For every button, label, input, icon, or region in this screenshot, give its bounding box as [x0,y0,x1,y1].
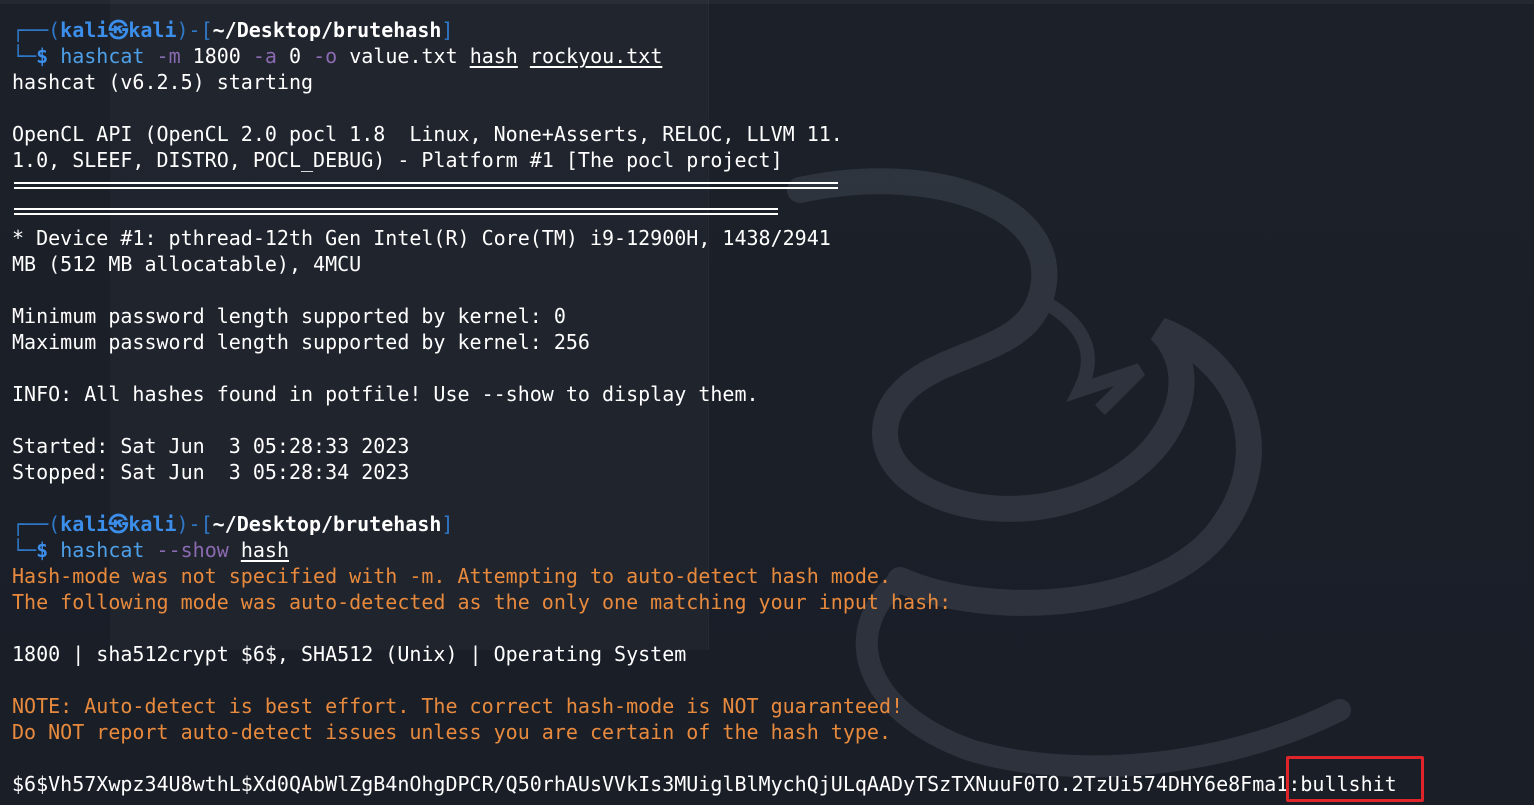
command-option: -m [156,44,181,68]
prompt-header: ┌──(kali㉿kali)-[~/Desktop/brutehash] [12,511,1512,537]
prompt-corner-bottom: └─ [12,538,37,562]
command-line[interactable]: └─$ hashcat --show hash [12,537,1512,563]
separator-double-line [12,199,1512,225]
prompt-user: kali [60,18,109,42]
prompt-bracket-end: ] [441,512,454,536]
prompt-host: kali [128,512,177,536]
prompt-path: ~/Desktop/brutehash [212,512,442,536]
prompt-header: ┌──(kali㉿kali)-[~/Desktop/brutehash] [12,17,1512,43]
command-option: -o [313,44,338,68]
prompt-host: kali [128,18,177,42]
prompt-dollar: $ [36,538,49,562]
output-line: 1.0, SLEEF, DISTRO, POCL_DEBUG) - Platfo… [12,148,783,172]
output-line: MB (512 MB allocatable), 4MCU [12,252,362,276]
output-line: Maximum password length supported by ker… [12,330,590,354]
prompt-user: kali [60,512,109,536]
warning-line: Hash-mode was not specified with -m. Att… [12,564,891,588]
password-highlight-box [1286,756,1424,802]
warning-line: The following mode was auto-detected as … [12,590,952,614]
output-line: Stopped: Sat Jun 3 05:28:34 2023 [12,460,410,484]
output-line: Started: Sat Jun 3 05:28:33 2023 [12,434,410,458]
prompt-dollar: $ [36,44,49,68]
command-file-arg: hash [240,538,289,562]
prompt-path: ~/Desktop/brutehash [212,18,442,42]
prompt-corner: ┌──( [12,18,61,42]
note-line: NOTE: Auto-detect is best effort. The co… [12,694,904,718]
output-line: INFO: All hashes found in potfile! Use -… [12,382,759,406]
output-line: * Device #1: pthread-12th Gen Intel(R) C… [12,226,831,250]
terminal-window[interactable]: ┌──(kali㉿kali)-[~/Desktop/brutehash] └─$… [0,0,1534,805]
output-line: 1800 | sha512crypt $6$, SHA512 (Unix) | … [12,642,687,666]
command-file-arg: hash [469,44,518,68]
output-line: OpenCL API (OpenCL 2.0 pocl 1.8 Linux, N… [12,122,843,146]
command-value: value.txt [349,44,458,68]
command-value: 0 [289,44,302,68]
command-line[interactable]: └─$ hashcat -m 1800 -a 0 -o value.txt ha… [12,43,1512,69]
separator-double-line [12,173,1512,199]
command-option: -a [252,44,277,68]
hash-value: $6$Vh57Xwpz34U8wthL$Xd0QAbWlZgB4nOhgDPCR… [12,772,1301,796]
command-file-arg: rockyou.txt [529,44,663,68]
command-name: hashcat [60,538,145,562]
prompt-at: ㉿ [108,512,129,536]
output-line: Minimum password length supported by ker… [12,304,566,328]
prompt-bracket: )-[ [176,512,213,536]
terminal-output: ┌──(kali㉿kali)-[~/Desktop/brutehash] └─$… [12,17,1512,797]
command-name: hashcat [60,44,145,68]
prompt-at: ㉿ [108,18,129,42]
command-option: --show [156,538,229,562]
prompt-corner-bottom: └─ [12,44,37,68]
note-line: Do NOT report auto-detect issues unless … [12,720,891,744]
command-value: 1800 [192,44,241,68]
output-line: hashcat (v6.2.5) starting [12,70,314,94]
prompt-corner: ┌──( [12,512,61,536]
prompt-bracket: )-[ [176,18,213,42]
prompt-bracket-end: ] [441,18,454,42]
